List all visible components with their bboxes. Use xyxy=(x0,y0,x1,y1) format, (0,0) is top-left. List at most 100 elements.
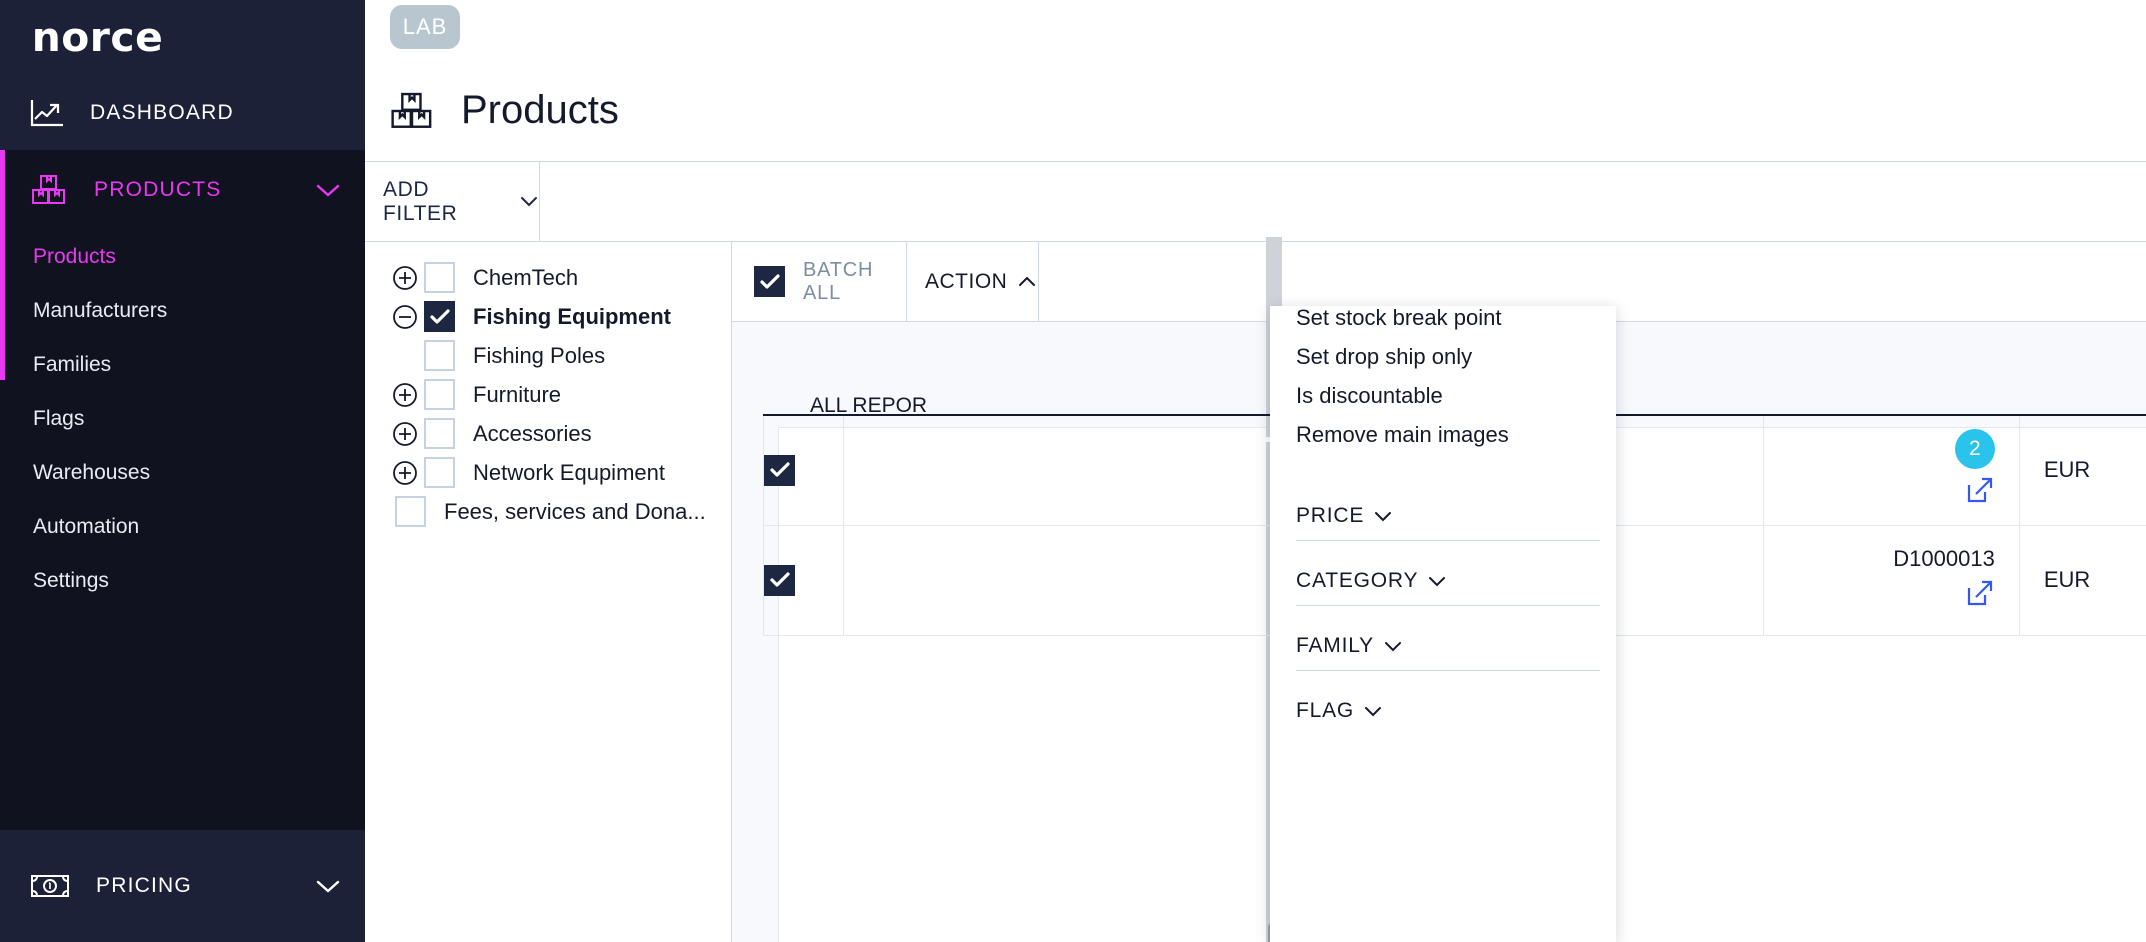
batch-all-label: BATCH ALL xyxy=(803,258,874,304)
batch-all-checkbox[interactable] xyxy=(754,266,785,297)
page-title: Products xyxy=(461,88,619,132)
category-tree: ChemTech Fishing Equipment Fishing Poles… xyxy=(365,242,731,942)
chevron-down-icon xyxy=(519,195,539,208)
chevron-down-icon[interactable] xyxy=(315,182,341,198)
sidebar-group-dashboard[interactable]: DASHBOARD xyxy=(0,75,365,150)
tree-item-label: Furniture xyxy=(473,381,562,407)
sidebar-item-warehouses[interactable]: Warehouses xyxy=(0,446,365,500)
tree-checkbox[interactable] xyxy=(424,418,455,449)
tree-item-label: Fishing Poles xyxy=(473,342,606,368)
chevron-down-icon xyxy=(1363,705,1383,718)
action-dropdown-menu: Set stock break point Set drop ship only… xyxy=(1270,306,1616,942)
row-code-label: D1000013 xyxy=(1893,546,1995,571)
row-currency-cell: EUR xyxy=(2018,524,2146,636)
action-button[interactable]: ACTION xyxy=(907,242,1039,321)
tree-item-fees-services-donations[interactable]: Fees, services and Dona... xyxy=(365,492,731,531)
tree-checkbox[interactable] xyxy=(424,262,455,293)
application-root: norce DASHBOARD PRODUCTS Products Manufa… xyxy=(0,0,2146,942)
batch-all-control[interactable]: BATCH ALL xyxy=(732,242,907,321)
sidebar-item-flags[interactable]: Flags xyxy=(0,392,365,446)
row-code-cell: 2 xyxy=(1763,414,2020,526)
sidebar-item-label: Families xyxy=(33,353,112,376)
menu-section-flag[interactable]: FLAG xyxy=(1296,671,1600,735)
external-link-icon[interactable] xyxy=(1764,475,1995,511)
row-code-cell: D1000013 xyxy=(1763,524,2020,636)
menu-section-category[interactable]: CATEGORY xyxy=(1296,541,1600,606)
boxes-icon xyxy=(30,173,68,207)
filter-bar: ADD FILTER xyxy=(365,162,2146,242)
sidebar-item-label: Automation xyxy=(33,515,140,538)
row-checkbox[interactable] xyxy=(764,454,795,486)
tree-checkbox[interactable] xyxy=(424,379,455,410)
environment-badge[interactable]: LAB xyxy=(390,5,460,49)
chevron-up-icon xyxy=(1017,275,1037,288)
chevron-down-icon xyxy=(1383,640,1403,653)
sidebar-item-manufacturers[interactable]: Manufacturers xyxy=(0,284,365,338)
add-filter-label: ADD FILTER xyxy=(383,177,458,225)
chart-line-icon xyxy=(30,98,64,128)
sidebar-group-pricing[interactable]: PRICING xyxy=(0,830,365,942)
boxes-icon xyxy=(389,90,435,132)
sidebar-item-products[interactable]: Products xyxy=(0,230,365,284)
tree-item-furniture[interactable]: Furniture xyxy=(365,375,731,414)
menu-section-family[interactable]: FAMILY xyxy=(1296,606,1600,671)
chevron-down-icon[interactable] xyxy=(315,878,341,894)
tree-item-label: Fishing Equipment xyxy=(473,303,671,329)
sidebar-item-label: Products xyxy=(33,245,116,268)
sidebar: norce DASHBOARD PRODUCTS Products Manufa… xyxy=(0,0,365,942)
sidebar-items: Products Manufacturers Families Flags Wa… xyxy=(0,230,365,608)
row-currency-cell: EUR xyxy=(2018,414,2146,526)
menu-item-set-stock-break-point[interactable]: Set stock break point xyxy=(1270,306,1616,337)
page-header: LAB Products xyxy=(365,0,2146,162)
tree-item-network-equipment[interactable]: Network Equpiment xyxy=(365,453,731,492)
status-badge: 2 xyxy=(1954,429,1995,470)
page-title-row: Products xyxy=(389,88,619,133)
menu-item-is-discountable[interactable]: Is discountable xyxy=(1270,376,1616,415)
menu-item-remove-main-images[interactable]: Remove main images xyxy=(1270,415,1616,454)
row-checkbox-cell[interactable] xyxy=(763,414,844,526)
tree-item-fishing-poles[interactable]: Fishing Poles xyxy=(365,336,731,375)
filter-bar-empty-area xyxy=(540,162,2146,241)
add-filter-button[interactable]: ADD FILTER xyxy=(365,162,540,241)
sidebar-group-products[interactable]: PRODUCTS xyxy=(0,150,365,380)
sidebar-group-label: PRICING xyxy=(96,874,192,897)
row-checkbox[interactable] xyxy=(764,564,795,596)
tree-item-accessories[interactable]: Accessories xyxy=(365,414,731,453)
sidebar-group-label: DASHBOARD xyxy=(90,100,234,124)
expand-plus-icon[interactable] xyxy=(390,419,420,449)
sidebar-item-label: Manufacturers xyxy=(33,299,168,322)
sidebar-item-label: Warehouses xyxy=(33,461,151,484)
main-content: LAB Products ADD FILTER ChemTech Fishing… xyxy=(365,0,2146,942)
expand-plus-icon[interactable] xyxy=(390,263,420,293)
sidebar-item-automation[interactable]: Automation xyxy=(0,500,365,554)
brand-logo[interactable]: norce xyxy=(0,0,365,75)
tree-item-chemtech[interactable]: ChemTech xyxy=(365,258,731,297)
logo-text: norce xyxy=(31,14,164,61)
menu-item-set-drop-ship-only[interactable]: Set drop ship only xyxy=(1270,337,1616,376)
sidebar-item-settings[interactable]: Settings xyxy=(0,554,365,608)
collapse-minus-icon[interactable] xyxy=(390,302,420,332)
tree-checkbox[interactable] xyxy=(424,340,455,371)
chevron-down-icon xyxy=(1373,510,1393,523)
sidebar-item-families[interactable]: Families xyxy=(0,338,365,392)
tree-checkbox[interactable] xyxy=(395,496,426,527)
expand-plus-icon[interactable] xyxy=(390,458,420,488)
sidebar-item-label: Settings xyxy=(33,569,109,592)
tree-item-label: ChemTech xyxy=(473,264,579,290)
tree-item-fishing-equipment[interactable]: Fishing Equipment xyxy=(365,297,731,336)
menu-section-label: FLAG xyxy=(1296,699,1355,722)
banknote-icon xyxy=(30,873,70,899)
menu-section-label: FAMILY xyxy=(1296,634,1374,657)
row-checkbox-cell[interactable] xyxy=(763,524,844,636)
expand-plus-icon[interactable] xyxy=(390,380,420,410)
menu-section-label: CATEGORY xyxy=(1296,569,1419,592)
sidebar-item-label: Flags xyxy=(33,407,85,430)
external-link-icon[interactable] xyxy=(1764,578,1995,614)
tree-item-label: Network Equpiment xyxy=(473,459,665,485)
tree-item-label: Accessories xyxy=(473,420,592,446)
tree-checkbox[interactable] xyxy=(424,457,455,488)
body-split: ChemTech Fishing Equipment Fishing Poles… xyxy=(365,237,2146,942)
chevron-down-icon xyxy=(1427,575,1447,588)
tree-checkbox[interactable] xyxy=(424,301,455,332)
menu-section-price[interactable]: PRICE xyxy=(1296,476,1600,541)
